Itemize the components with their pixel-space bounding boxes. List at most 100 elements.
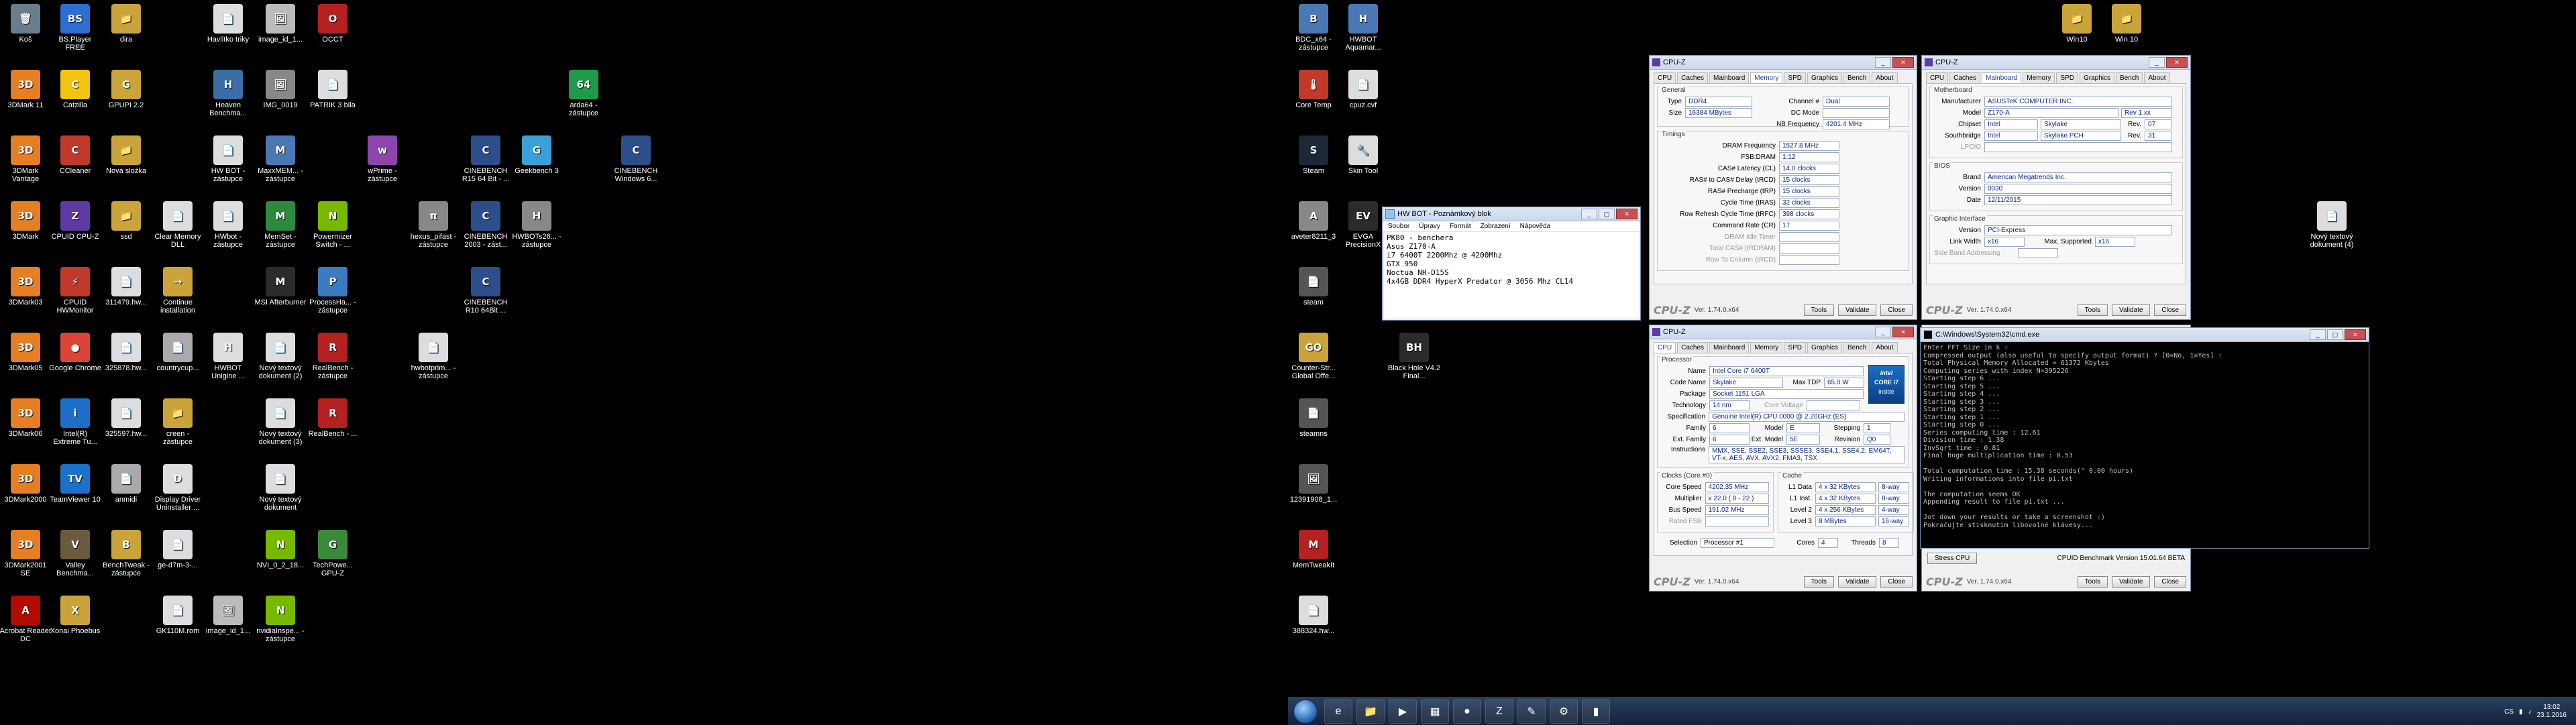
tab-graphics[interactable]: Graphics bbox=[1807, 342, 1842, 353]
desktop-icon[interactable]: 📄 Havlitko triky bbox=[201, 4, 255, 44]
desktop-icon[interactable]: P ProcessHa... - zástupce bbox=[306, 267, 360, 315]
desktop-icon[interactable]: 📁 Win10 bbox=[2050, 4, 2104, 44]
tab-bench[interactable]: Bench bbox=[2116, 72, 2143, 83]
notepad-icon[interactable]: ✎ bbox=[1517, 700, 1546, 724]
minimize-button[interactable]: _ bbox=[1875, 327, 1891, 337]
desktop-icon[interactable]: 3D 3DMark 11 bbox=[0, 70, 52, 109]
desktop-icon[interactable]: H HWBOT Unigine ... bbox=[201, 333, 255, 380]
desktop-icon[interactable]: 📄 hwbotprim... - zástupce bbox=[407, 333, 460, 380]
minimize-button[interactable]: _ bbox=[2149, 57, 2165, 68]
tab-caches[interactable]: Caches bbox=[1949, 72, 1981, 83]
desktop-icon[interactable]: 3D 3DMark bbox=[0, 201, 52, 241]
desktop-icon[interactable]: C CINEBENCH 2003 - zást... bbox=[459, 201, 513, 249]
desktop-icon[interactable]: 📄 Nový textový dokument (3) bbox=[254, 398, 307, 446]
cpuz-mainboard-window[interactable]: CPU-Z _ ✕ CPU Caches Mainboard Memory SP… bbox=[1921, 55, 2191, 320]
menu-soubor[interactable]: Soubor bbox=[1388, 223, 1409, 230]
folder-icon[interactable]: 📁 bbox=[1356, 700, 1385, 724]
desktop-icon[interactable]: 📄 Clear Memory DLL bbox=[151, 201, 205, 249]
minimize-button[interactable]: _ bbox=[2310, 329, 2326, 340]
desktop-icon[interactable]: 📄 steam bbox=[1287, 267, 1340, 306]
tab-mainboard[interactable]: Mainboard bbox=[1709, 342, 1750, 353]
clock[interactable]: 13:02 23.1.2016 bbox=[2537, 704, 2567, 720]
desktop-icon[interactable]: 📄 HWbot - zástupce bbox=[201, 201, 255, 249]
desktop-icon[interactable]: 📁 ssd bbox=[99, 201, 153, 241]
desktop-icon[interactable]: → Continue installation bbox=[151, 267, 205, 315]
desktop-icon[interactable]: H HWBOTs26... - zástupce bbox=[510, 201, 564, 249]
desktop-icon[interactable]: 📁 dira bbox=[99, 4, 153, 44]
desktop-icon[interactable]: w wPrime - zástupce bbox=[356, 135, 409, 183]
desktop-icon[interactable]: M MemTweakIt bbox=[1287, 530, 1340, 569]
volume-icon[interactable]: ♪ bbox=[2528, 708, 2532, 716]
desktop-icon[interactable]: G GPUPI 2.2 bbox=[99, 70, 153, 109]
close-button[interactable]: Close bbox=[1880, 304, 1913, 316]
close-button[interactable]: ✕ bbox=[1892, 57, 1914, 68]
tab-about[interactable]: About bbox=[1872, 342, 1898, 353]
tools-button[interactable]: Tools bbox=[1803, 575, 1835, 588]
cmd-icon[interactable]: ▮ bbox=[1582, 700, 1610, 724]
validate-button[interactable]: Validate bbox=[1838, 575, 1877, 588]
desktop-icon[interactable]: 📄 GK110M.rom bbox=[151, 596, 205, 635]
desktop-icon[interactable]: 3D 3DMark06 bbox=[0, 398, 52, 438]
desktop-icon[interactable]: M MemSet - zástupce bbox=[254, 201, 307, 249]
desktop-icon[interactable]: 📄 steamns bbox=[1287, 398, 1340, 438]
gpu-icon[interactable]: ▦ bbox=[1421, 700, 1449, 724]
desktop-icon[interactable]: 📄 countrycup... bbox=[151, 333, 205, 372]
media-icon[interactable]: ▶ bbox=[1389, 700, 1417, 724]
maximize-button[interactable]: ▢ bbox=[2327, 329, 2343, 340]
desktop-icon[interactable]: 🖼 image_id_1... bbox=[201, 596, 255, 635]
desktop-icon[interactable]: 📄 cpuz.cvf bbox=[1336, 70, 1390, 109]
desktop-icon[interactable]: 3D 3DMark Vantage bbox=[0, 135, 52, 183]
desktop-icon[interactable]: TV TeamViewer 10 bbox=[48, 464, 102, 504]
close-button[interactable]: ✕ bbox=[2345, 329, 2366, 340]
desktop-icon[interactable]: G TechPowe... GPU-Z bbox=[306, 530, 360, 577]
cpuz-cpu-window[interactable]: CPU-Z _ ✕ CPU Caches Mainboard Memory SP… bbox=[1649, 325, 1917, 592]
desktop-icon[interactable]: NnvidiaInspe... - zástupce bbox=[254, 596, 307, 643]
close-button[interactable]: Close bbox=[2154, 575, 2186, 588]
validate-button[interactable]: Validate bbox=[1838, 304, 1877, 316]
desktop-icon[interactable]: N Powermizer Switch - ... bbox=[306, 201, 360, 249]
desktop-icon[interactable]: H Heaven Benchma... bbox=[201, 70, 255, 117]
desktop-icon[interactable]: H HWBOT Aquamar... bbox=[1336, 4, 1390, 52]
cpuz-memory-window[interactable]: CPU-Z _ ✕ CPU Caches Mainboard Memory SP… bbox=[1649, 55, 1917, 320]
desktop-icon[interactable]: 🌡 Core Temp bbox=[1287, 70, 1340, 109]
desktop-icon[interactable]: A Acrobat Reader DC bbox=[0, 596, 52, 643]
cpuz-icon[interactable]: Z bbox=[1485, 700, 1513, 724]
cpuz-cpu-titlebar[interactable]: CPU-Z _ ✕ bbox=[1650, 325, 1917, 339]
desktop-icon[interactable]: O OCCT bbox=[306, 4, 360, 44]
tab-bench[interactable]: Bench bbox=[1843, 342, 1871, 353]
tab-bench[interactable]: Bench bbox=[1843, 72, 1871, 83]
notepad-text-area[interactable]: PK80 - benchera Asus Z170-A i7 6400T 220… bbox=[1384, 232, 1639, 318]
tab-caches[interactable]: Caches bbox=[1677, 72, 1709, 83]
menu-upravy[interactable]: Úpravy bbox=[1419, 223, 1440, 230]
desktop-icon[interactable]: M MaxxMEM... - zástupce bbox=[254, 135, 307, 183]
desktop-icon[interactable]: 📄 325597.hw... bbox=[99, 398, 153, 438]
tab-memory[interactable]: Memory bbox=[1750, 342, 1783, 353]
desktop-icon[interactable]: 📄 Nový textový dokument (4) bbox=[2305, 201, 2359, 249]
desktop-icon[interactable]: C CINEBENCH R10 64Bit ... bbox=[459, 267, 513, 315]
desktop-icon[interactable]: π hexus_pifast - zástupce bbox=[407, 201, 460, 249]
validate-button[interactable]: Validate bbox=[2112, 304, 2151, 316]
notepad-window[interactable]: HW BOT - Poznámkový blok _ ▢ ✕ Soubor Úp… bbox=[1382, 207, 1641, 321]
desktop-icon[interactable]: 🔧 Skin Tool bbox=[1336, 135, 1390, 175]
desktop-icon[interactable]: 📄 325878.hw... bbox=[99, 333, 153, 372]
tools-button[interactable]: Tools bbox=[1803, 304, 1835, 316]
close-button[interactable]: Close bbox=[1880, 575, 1913, 588]
tab-graphics[interactable]: Graphics bbox=[1807, 72, 1842, 83]
desktop-icon[interactable]: C CINEBENCH Windows 6... bbox=[609, 135, 663, 183]
tab-cpu[interactable]: CPU bbox=[1654, 72, 1676, 83]
tab-cpu[interactable]: CPU bbox=[1654, 342, 1676, 353]
tools-button[interactable]: Tools bbox=[2077, 304, 2108, 316]
desktop-icon[interactable]: R RealBench - zástupce bbox=[306, 333, 360, 380]
tab-cpu[interactable]: CPU bbox=[1926, 72, 1949, 83]
desktop-icon[interactable]: ⚡ CPUID HWMonitor bbox=[48, 267, 102, 315]
cmd-titlebar[interactable]: C:\Windows\System32\cmd.exe _ ▢ ✕ bbox=[1921, 328, 2369, 342]
maximize-button[interactable]: ▢ bbox=[1599, 209, 1615, 219]
desktop-icon[interactable]: BS BS.Player FREE bbox=[48, 4, 102, 52]
close-button[interactable]: ✕ bbox=[1616, 209, 1638, 219]
desktop-icon[interactable]: 📄 ge-d7m-3-... bbox=[151, 530, 205, 569]
desktop-icon[interactable]: GO Counter-Str... Global Offe... bbox=[1287, 333, 1340, 380]
desktop-icon[interactable]: X Xonai Phoebus bbox=[48, 596, 102, 635]
menu-napoveda[interactable]: Nápověda bbox=[1520, 223, 1551, 230]
desktop-icon[interactable]: V Valley Benchma... bbox=[48, 530, 102, 577]
tab-spd[interactable]: SPD bbox=[1784, 72, 1806, 83]
